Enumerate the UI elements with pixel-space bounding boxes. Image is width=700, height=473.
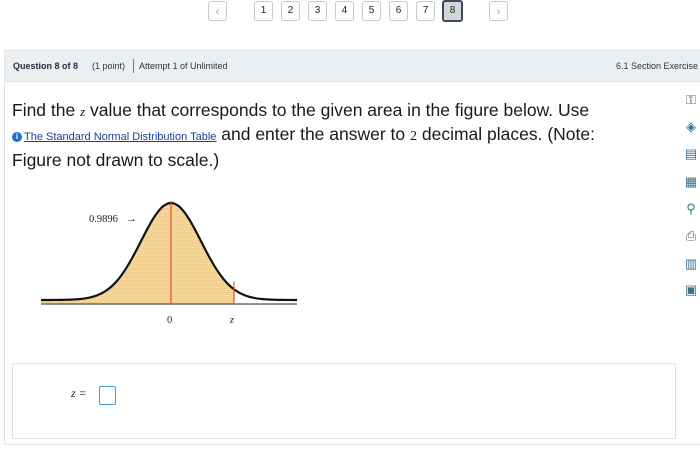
prompt-text: and enter the answer to bbox=[216, 124, 410, 144]
chevron-right-icon: › bbox=[496, 4, 501, 18]
normal-curve-figure: 0.9896 → 0 z bbox=[41, 201, 298, 326]
question-number: Question 8 of 8 bbox=[13, 61, 79, 71]
page-button-6[interactable]: 6 bbox=[389, 1, 408, 21]
answer-label: z = bbox=[71, 386, 87, 400]
z-answer-input[interactable] bbox=[99, 386, 116, 405]
prev-page-button[interactable]: ‹ bbox=[208, 1, 227, 21]
section-label: 6.1 Section Exercise 4 bbox=[616, 61, 700, 71]
key-icon[interactable]: ⚿ bbox=[682, 91, 700, 109]
page-button-1[interactable]: 1 bbox=[254, 1, 273, 21]
print-icon[interactable]: ⎙ bbox=[682, 227, 700, 245]
notes-icon[interactable]: ▤ bbox=[682, 145, 700, 163]
diamond-icon[interactable]: ◈ bbox=[682, 118, 700, 136]
info-icon: i bbox=[12, 132, 22, 142]
question-prompt: Find the z value that corresponds to the… bbox=[12, 99, 672, 172]
page-button-5[interactable]: 5 bbox=[362, 1, 381, 21]
normal-table-link[interactable]: The Standard Normal Distribution Table bbox=[24, 131, 216, 143]
calculator-icon[interactable]: ▦ bbox=[682, 173, 700, 191]
header-divider bbox=[133, 59, 134, 73]
page-button-3[interactable]: 3 bbox=[308, 1, 327, 21]
prompt-text: value that corresponds to the given area… bbox=[85, 100, 590, 120]
question-points: (1 point) bbox=[92, 61, 126, 71]
prompt-text: Figure not drawn to scale.) bbox=[12, 150, 220, 170]
page-button-4[interactable]: 4 bbox=[335, 1, 354, 21]
prompt-decimals: 2 bbox=[410, 129, 417, 144]
page-button-7[interactable]: 7 bbox=[416, 1, 435, 21]
attempt-counter: Attempt 1 of Unlimited bbox=[139, 61, 228, 71]
prompt-text: Find the bbox=[12, 100, 81, 120]
answer-area: z = bbox=[12, 363, 676, 439]
chart-icon[interactable]: ▥ bbox=[682, 255, 700, 273]
zero-tick-label: 0 bbox=[167, 315, 172, 326]
question-pager: ‹ 1 2 3 4 5 6 7 8 › bbox=[0, 0, 700, 26]
page-button-8-current[interactable]: 8 bbox=[442, 0, 463, 22]
prompt-text: decimal places. (Note: bbox=[417, 124, 595, 144]
help-icon[interactable]: ⚲ bbox=[682, 200, 700, 218]
question-card: Question 8 of 8 (1 point) Attempt 1 of U… bbox=[4, 50, 700, 445]
shaded-area bbox=[41, 203, 234, 304]
chevron-left-icon: ‹ bbox=[215, 4, 220, 18]
z-tick-label: z bbox=[229, 315, 234, 326]
area-label: 0.9896 bbox=[89, 214, 118, 225]
next-page-button[interactable]: › bbox=[489, 1, 508, 21]
question-header: Question 8 of 8 (1 point) Attempt 1 of U… bbox=[5, 51, 700, 82]
table-icon[interactable]: ▣ bbox=[682, 281, 700, 299]
area-arrow: → bbox=[126, 213, 137, 225]
page-button-2[interactable]: 2 bbox=[281, 1, 300, 21]
